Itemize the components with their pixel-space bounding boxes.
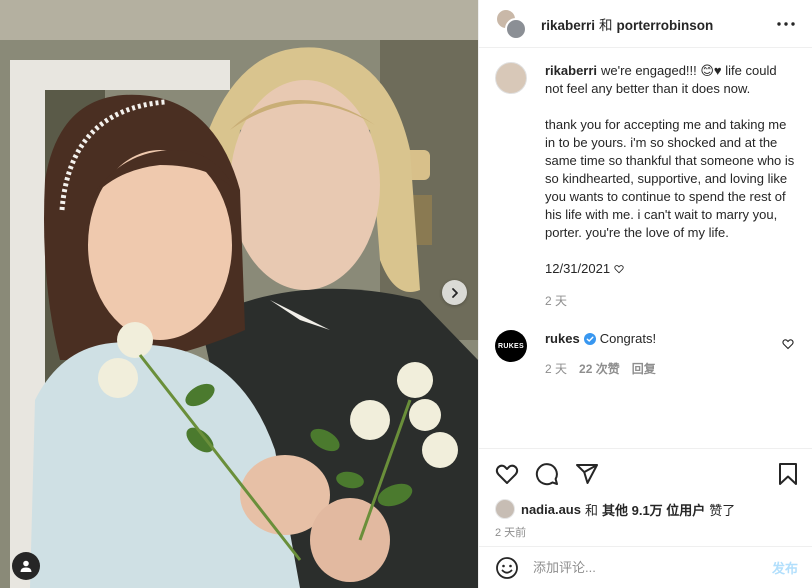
heart-outline-icon xyxy=(782,339,794,350)
more-options-button[interactable] xyxy=(774,12,798,36)
more-horizontal-icon xyxy=(777,21,795,26)
comment-icon xyxy=(535,462,558,485)
author-link-porterrobinson[interactable]: porterrobinson xyxy=(617,18,714,33)
likes-others[interactable]: 其他 9.1万 位用户 xyxy=(602,500,705,519)
likes-summary: nadia.aus 和 其他 9.1万 位用户 赞了 xyxy=(479,498,812,520)
bookmark-icon xyxy=(779,462,797,485)
post-comment-button[interactable]: 发布 xyxy=(772,558,798,577)
send-icon xyxy=(576,463,598,484)
avatar[interactable] xyxy=(495,62,527,94)
caption-username[interactable]: rikaberri xyxy=(545,63,597,78)
tagged-users-button[interactable] xyxy=(12,552,40,580)
reply-button[interactable]: 回复 xyxy=(632,360,656,378)
post-time-ago[interactable]: 2 天前 xyxy=(479,520,812,546)
liker-username[interactable]: nadia.aus xyxy=(521,502,581,517)
comment-like-button[interactable] xyxy=(782,338,796,352)
comment-item: RUKES rukes Congrats! 2 天 22 次赞 回复 xyxy=(495,330,796,378)
comment-likes-count[interactable]: 22 次赞 xyxy=(579,360,620,378)
post-photo xyxy=(0,0,478,588)
caption-date: 12/31/2021 xyxy=(545,261,611,276)
likes-joiner: 和 xyxy=(584,502,598,518)
comment-text: Congrats! xyxy=(599,331,657,346)
post-authors: rikaberri 和 porterrobinson xyxy=(541,14,774,34)
comment-button[interactable] xyxy=(535,462,559,486)
caption-date-line: 12/31/2021 xyxy=(545,260,796,278)
caption-first-paragraph: rikaberri we're engaged!!! 😊♥ life could … xyxy=(545,62,796,98)
comment-age[interactable]: 2 天 xyxy=(545,360,567,378)
save-button[interactable] xyxy=(776,462,800,486)
comment-meta: 2 天 22 次赞 回复 xyxy=(545,360,775,378)
avatar xyxy=(505,17,527,40)
post-modal: rikaberri 和 porterrobinson rikaberri we're … xyxy=(0,0,812,588)
emoji-button[interactable] xyxy=(495,556,519,580)
chevron-right-icon xyxy=(451,287,458,298)
add-comment-bar: 发布 xyxy=(479,546,812,588)
heart-outline-icon xyxy=(614,265,624,274)
comments-section[interactable]: rikaberri we're engaged!!! 😊♥ life could … xyxy=(479,48,812,448)
heart-outline-icon xyxy=(495,464,519,484)
share-button[interactable] xyxy=(575,462,599,486)
avatar[interactable] xyxy=(495,499,515,519)
avatar-text: RUKES xyxy=(497,342,524,350)
caption-age[interactable]: 2 天 xyxy=(545,292,796,310)
comment-username[interactable]: rukes xyxy=(545,331,580,346)
post-caption: rikaberri we're engaged!!! 😊♥ life could … xyxy=(495,62,796,310)
verified-badge-icon xyxy=(583,333,596,345)
engagement-photo xyxy=(0,0,478,588)
caption-second-paragraph: thank you for accepting me and taking me… xyxy=(545,117,798,240)
likes-suffix: 赞了 xyxy=(709,502,736,518)
author-link-rikaberri[interactable]: rikaberri xyxy=(541,18,595,33)
post-header: rikaberri 和 porterrobinson xyxy=(479,0,812,48)
author-joiner: 和 xyxy=(599,17,613,33)
user-icon xyxy=(20,560,32,572)
post-actions xyxy=(479,448,812,498)
collab-avatars[interactable] xyxy=(495,7,527,40)
like-button[interactable] xyxy=(495,462,519,486)
comment-input[interactable] xyxy=(533,560,772,575)
emoji-icon xyxy=(496,556,518,579)
avatar[interactable]: RUKES xyxy=(495,330,527,362)
next-photo-button[interactable] xyxy=(442,280,467,305)
post-side-panel: rikaberri 和 porterrobinson rikaberri we're … xyxy=(478,0,812,588)
